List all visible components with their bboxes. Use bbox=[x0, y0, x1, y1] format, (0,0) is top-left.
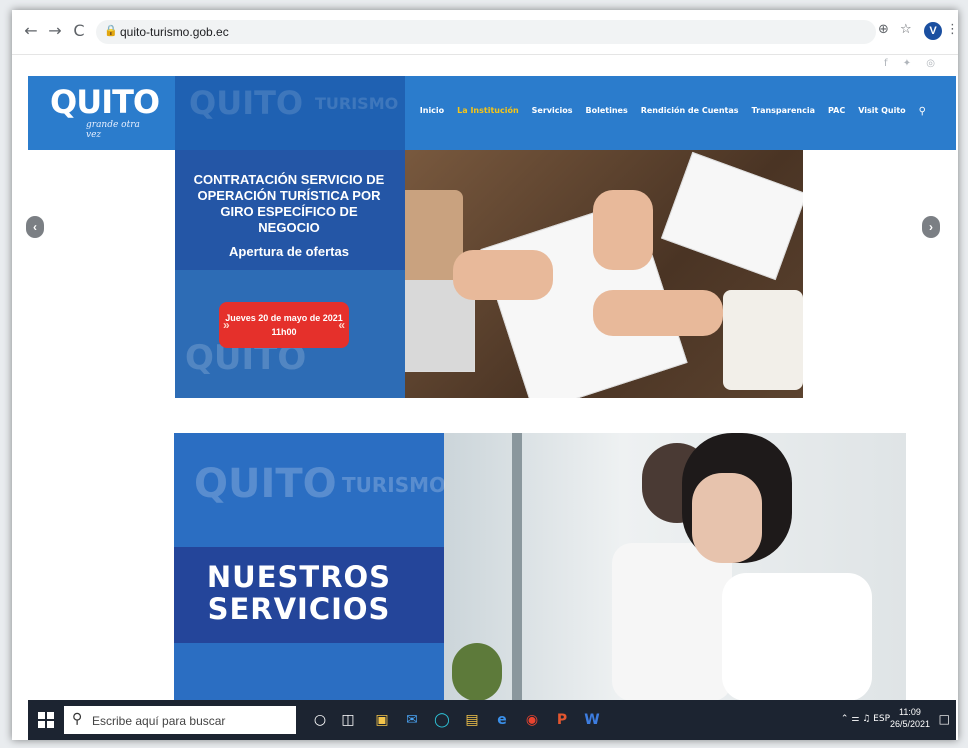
banner-subtitle: Apertura de ofertas bbox=[229, 244, 349, 259]
ghost-turismo: TURISMO bbox=[342, 473, 447, 497]
menu-servicios[interactable]: Servicios bbox=[532, 106, 573, 117]
menu-pac[interactable]: PAC bbox=[828, 106, 845, 117]
menu-icon[interactable]: ⋮ bbox=[946, 22, 958, 37]
slider-prev-button[interactable]: ‹ bbox=[26, 216, 44, 238]
site-header: QUITO TURISMO QUITO grande otra vez Inic… bbox=[28, 76, 956, 150]
services-banner[interactable]: QUITO TURISMO NUESTROS SERVICIOS bbox=[174, 433, 906, 701]
zoom-icon[interactable]: ⊕ bbox=[878, 22, 889, 37]
store-icon[interactable]: ▣ bbox=[372, 710, 392, 730]
taskbar-search-placeholder[interactable]: Escribe aquí para buscar bbox=[92, 714, 225, 728]
star-icon[interactable]: ☆ bbox=[900, 22, 912, 37]
language-indicator[interactable]: ESP bbox=[873, 714, 890, 724]
search-icon: ⚲ bbox=[72, 711, 83, 727]
banner-text-panel: CONTRATACIÓN SERVICIO DE OPERACIÓN TURÍS… bbox=[175, 150, 405, 398]
clock[interactable]: 11:09 26/5/2021 bbox=[890, 706, 930, 730]
time-text: 11h00 bbox=[271, 327, 297, 337]
slider-next-button[interactable]: › bbox=[922, 216, 940, 238]
services-title: NUESTROS SERVICIOS bbox=[174, 561, 424, 625]
menu-rendicion-de-cuentas[interactable]: Rendición de Cuentas bbox=[641, 106, 739, 117]
clock-date: 26/5/2021 bbox=[889, 719, 930, 729]
logo-text: QUITO bbox=[50, 83, 160, 121]
powerpoint-icon[interactable]: P bbox=[552, 710, 572, 730]
word-icon[interactable]: W bbox=[582, 710, 602, 730]
profile-avatar[interactable]: V bbox=[924, 22, 942, 40]
logo-tagline: grande otra vez bbox=[86, 120, 140, 140]
chevron-left-icon: « bbox=[338, 318, 345, 332]
office-workers-photo bbox=[432, 433, 906, 701]
office-photo bbox=[393, 150, 803, 398]
date-text: Jueves 20 de mayo de 2021 bbox=[225, 313, 343, 323]
social-icons[interactable]: f ✦ ◎ bbox=[884, 58, 941, 69]
site-logo[interactable]: QUITO grande otra vez bbox=[50, 83, 160, 142]
address-bar[interactable]: 🔒 quito-turismo.gob.ec bbox=[96, 20, 876, 44]
hand bbox=[593, 290, 723, 336]
banner-slide[interactable]: CONTRATACIÓN SERVICIO DE OPERACIÓN TURÍS… bbox=[175, 150, 803, 398]
chevron-up-icon[interactable]: ⌃ bbox=[841, 714, 849, 724]
notification-icon[interactable]: □ bbox=[939, 712, 950, 726]
url-text[interactable]: quito-turismo.gob.ec bbox=[120, 25, 229, 39]
plant bbox=[452, 643, 502, 701]
person-body bbox=[612, 543, 732, 701]
services-text-panel: QUITO TURISMO NUESTROS SERVICIOS bbox=[174, 433, 447, 701]
date-badge: » Jueves 20 de mayo de 2021 11h00 « bbox=[219, 302, 349, 348]
window-frame bbox=[512, 433, 522, 701]
ghost-logo: QUITO bbox=[189, 84, 304, 122]
ghost-logo: QUITO bbox=[194, 461, 337, 507]
menu-la-institucion[interactable]: La Institución bbox=[457, 106, 518, 117]
hand bbox=[453, 250, 553, 300]
person-shirt bbox=[722, 573, 872, 701]
mail-icon[interactable]: ✉ bbox=[402, 710, 422, 730]
file-explorer-icon[interactable]: ▤ bbox=[462, 710, 482, 730]
system-tray[interactable]: ⌃ ⚌ ♫ ESP bbox=[841, 714, 890, 724]
banner-title: CONTRATACIÓN SERVICIO DE OPERACIÓN TURÍS… bbox=[193, 172, 385, 235]
hand bbox=[593, 190, 653, 270]
volume-icon[interactable]: ♫ bbox=[862, 714, 870, 724]
internet-explorer-icon[interactable]: e bbox=[492, 710, 512, 730]
services-title-line1: NUESTROS bbox=[206, 560, 392, 594]
browser-toolbar: ← → C 🔒 quito-turismo.gob.ec ⊕ ☆ V ⋮ bbox=[12, 10, 958, 55]
ghost-turismo: TURISMO bbox=[315, 94, 399, 113]
header-overlay: QUITO TURISMO bbox=[175, 76, 405, 150]
reload-icon[interactable]: C bbox=[68, 20, 90, 42]
network-icon[interactable]: ⚌ bbox=[851, 714, 859, 724]
main-menu: Inicio La Institución Servicios Boletine… bbox=[420, 106, 926, 117]
menu-inicio[interactable]: Inicio bbox=[420, 106, 444, 117]
menu-boletines[interactable]: Boletines bbox=[586, 106, 628, 117]
forward-icon[interactable]: → bbox=[44, 20, 66, 42]
document-paper bbox=[660, 151, 803, 281]
browser-window: ← → C 🔒 quito-turismo.gob.ec ⊕ ☆ V ⋮ f ✦… bbox=[12, 10, 958, 740]
search-icon[interactable]: ⚲ bbox=[919, 106, 926, 117]
lock-icon: 🔒 bbox=[104, 24, 118, 37]
chevron-right-icon: » bbox=[223, 318, 230, 332]
cortana-icon[interactable]: ○ bbox=[310, 710, 330, 730]
clock-time: 11:09 bbox=[899, 707, 921, 717]
services-title-line2: SERVICIOS bbox=[207, 592, 391, 626]
windows-start-icon[interactable] bbox=[38, 712, 54, 728]
taskbar-search-box[interactable]: ⚲ Escribe aquí para buscar bbox=[64, 706, 296, 734]
task-view-icon[interactable]: ◫ bbox=[338, 710, 358, 730]
chrome-icon[interactable]: ◉ bbox=[522, 710, 542, 730]
menu-visit-quito[interactable]: Visit Quito bbox=[858, 106, 905, 117]
windows-taskbar: ⚲ Escribe aquí para buscar ○ ◫ ▣ ✉ ◯ ▤ e… bbox=[28, 700, 956, 740]
menu-transparencia[interactable]: Transparencia bbox=[752, 106, 815, 117]
edge-icon[interactable]: ◯ bbox=[432, 710, 452, 730]
back-icon[interactable]: ← bbox=[20, 20, 42, 42]
person-face bbox=[692, 473, 762, 563]
sleeve bbox=[723, 290, 803, 390]
